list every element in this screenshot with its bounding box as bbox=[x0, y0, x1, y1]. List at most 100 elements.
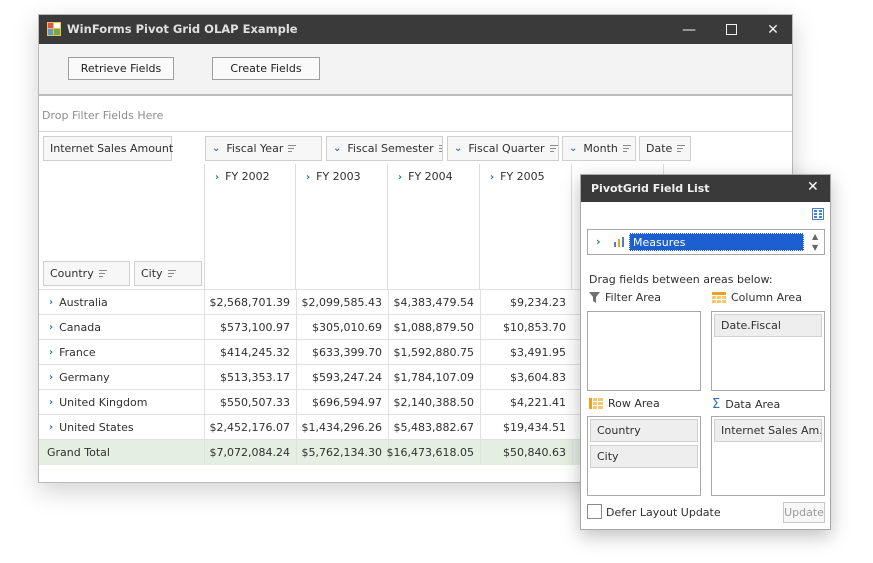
row-label: United States bbox=[59, 421, 134, 434]
window-title: WinForms Pivot Grid OLAP Example bbox=[67, 22, 298, 36]
row-label: Australia bbox=[59, 296, 108, 309]
chevron-right-icon: › bbox=[215, 172, 220, 183]
chevron-down-icon: ⌄ bbox=[333, 143, 342, 154]
row-header[interactable]: › United Kingdom bbox=[39, 390, 204, 415]
field-list-title: PivotGrid Field List bbox=[591, 182, 710, 195]
data-cell: $3,491.95 bbox=[480, 340, 572, 365]
column-label: FY 2004 bbox=[408, 170, 453, 183]
column-header-fy2005[interactable]: › FY 2005 bbox=[480, 164, 572, 289]
scroll-up-icon[interactable]: ▲ bbox=[812, 232, 818, 241]
column-field-month[interactable]: ⌄ Month bbox=[562, 136, 636, 161]
row-header[interactable]: › Australia bbox=[39, 290, 204, 315]
data-cell: $10,853.70 bbox=[480, 315, 572, 340]
chevron-right-icon: › bbox=[49, 422, 54, 433]
minimize-icon: — bbox=[682, 21, 696, 38]
column-field-date[interactable]: Date bbox=[639, 136, 691, 161]
total-cell: $16,473,618.05 bbox=[387, 440, 480, 465]
chevron-down-icon: ⌄ bbox=[569, 143, 578, 154]
field-label: City bbox=[141, 267, 163, 280]
data-cell: $5,483,882.67 bbox=[388, 415, 480, 440]
chevron-right-icon: › bbox=[49, 397, 54, 408]
sort-icon bbox=[549, 145, 558, 152]
data-cell: $4,383,479.54 bbox=[388, 290, 480, 315]
column-header-fy2002[interactable]: › FY 2002 bbox=[204, 164, 296, 289]
chevron-right-icon: › bbox=[49, 297, 54, 308]
drag-hint: Drag fields between areas below: bbox=[589, 273, 773, 286]
chevron-down-icon: ⌄ bbox=[454, 143, 463, 154]
data-field-label: Internet Sales Amount bbox=[50, 142, 174, 155]
table-row: › United States $2,452,176.07 $1,434,296.… bbox=[39, 414, 664, 440]
row-area-item-city[interactable]: City bbox=[590, 445, 698, 468]
row-label: Canada bbox=[59, 321, 101, 334]
column-area-text: Column Area bbox=[731, 291, 802, 304]
row-header[interactable]: › United States bbox=[39, 415, 204, 440]
row-field-city[interactable]: City bbox=[134, 261, 202, 286]
data-cell: $633,399.70 bbox=[296, 340, 388, 365]
data-cell: $9,234.23 bbox=[480, 290, 572, 315]
column-area-label: Column Area bbox=[712, 291, 802, 304]
table-row: › United Kingdom $550,507.33 $696,594.97 … bbox=[39, 389, 664, 415]
column-area-box[interactable]: Date.Fiscal bbox=[711, 311, 825, 391]
close-button[interactable]: ✕ bbox=[753, 15, 793, 44]
row-field-country[interactable]: Country bbox=[43, 261, 130, 286]
maximize-button[interactable] bbox=[711, 15, 751, 44]
data-area-label: Σ Data Area bbox=[712, 397, 780, 412]
defer-layout-label: Defer Layout Update bbox=[606, 506, 721, 519]
measures-node[interactable]: Measures bbox=[629, 233, 804, 251]
data-field-header[interactable]: Internet Sales Amount bbox=[43, 136, 174, 161]
update-button[interactable]: Update bbox=[783, 502, 825, 523]
column-header-fy2004[interactable]: › FY 2004 bbox=[388, 164, 480, 289]
scroll-down-icon[interactable]: ▼ bbox=[812, 243, 818, 252]
measures-icon bbox=[613, 236, 625, 248]
retrieve-fields-button[interactable]: Retrieve Fields bbox=[68, 57, 174, 80]
data-area-box[interactable]: Internet Sales Am... bbox=[711, 416, 825, 496]
row-header[interactable]: › Canada bbox=[39, 315, 204, 340]
row-label: France bbox=[59, 346, 96, 359]
sort-icon bbox=[438, 145, 442, 152]
grand-total-row: Grand Total $7,072,084.24 $5,762,134.30 … bbox=[39, 439, 664, 465]
data-area-item-internet-sales[interactable]: Internet Sales Am... bbox=[714, 419, 822, 442]
field-list-window: PivotGrid Field List ✕ › Measures ▲ ▼ Dr… bbox=[580, 174, 831, 530]
data-cell: $2,568,701.39 bbox=[204, 290, 296, 315]
sort-icon bbox=[622, 145, 631, 152]
data-cell: $1,784,107.09 bbox=[388, 365, 480, 390]
filter-drop-area[interactable]: Drop Filter Fields Here bbox=[39, 98, 792, 132]
row-area-box[interactable]: Country City bbox=[587, 416, 701, 496]
maximize-icon bbox=[725, 24, 737, 35]
column-field-fiscal-quarter[interactable]: ⌄ Fiscal Quarter bbox=[447, 136, 559, 161]
data-cell: $696,594.97 bbox=[296, 390, 388, 415]
column-area-item-date-fiscal[interactable]: Date.Fiscal bbox=[714, 314, 822, 337]
row-header[interactable]: › France bbox=[39, 340, 204, 365]
column-field-fiscal-year[interactable]: ⌄ Fiscal Year bbox=[205, 136, 322, 161]
column-header-fy2003[interactable]: › FY 2003 bbox=[296, 164, 388, 289]
create-fields-button[interactable]: Create Fields bbox=[212, 57, 320, 80]
chevron-right-icon: › bbox=[490, 172, 495, 183]
data-cell: $2,099,585.43 bbox=[296, 290, 388, 315]
field-label: Fiscal Year bbox=[226, 142, 284, 155]
field-tree[interactable]: › Measures ▲ ▼ bbox=[587, 229, 825, 255]
app-icon bbox=[47, 22, 61, 36]
data-cell: $2,140,388.50 bbox=[388, 390, 480, 415]
data-cell: $2,452,176.07 bbox=[204, 415, 296, 440]
close-icon: ✕ bbox=[767, 21, 779, 38]
chevron-right-icon: › bbox=[306, 172, 311, 183]
chevron-right-icon[interactable]: › bbox=[596, 235, 601, 248]
column-field-fiscal-semester[interactable]: ⌄ Fiscal Semester bbox=[326, 136, 443, 161]
data-cell: $573,100.97 bbox=[204, 315, 296, 340]
field-list-close-icon[interactable]: ✕ bbox=[807, 179, 819, 195]
data-cell: $1,088,879.50 bbox=[388, 315, 480, 340]
defer-layout-checkbox[interactable] bbox=[587, 504, 602, 519]
minimize-button[interactable]: — bbox=[669, 15, 709, 44]
filter-area-box[interactable] bbox=[587, 311, 701, 391]
row-area-text: Row Area bbox=[608, 397, 660, 410]
chevron-down-icon: ⌄ bbox=[212, 143, 221, 154]
field-label: Month bbox=[583, 142, 618, 155]
column-label: FY 2002 bbox=[225, 170, 270, 183]
table-row: › Australia $2,568,701.39 $2,099,585.43 $… bbox=[39, 289, 664, 315]
layout-icon[interactable] bbox=[812, 208, 824, 220]
data-cell: $1,434,296.26 bbox=[296, 415, 388, 440]
row-area-item-country[interactable]: Country bbox=[590, 419, 698, 442]
chevron-right-icon: › bbox=[49, 347, 54, 358]
total-cell: $50,840.63 bbox=[480, 440, 572, 465]
row-header[interactable]: › Germany bbox=[39, 365, 204, 390]
